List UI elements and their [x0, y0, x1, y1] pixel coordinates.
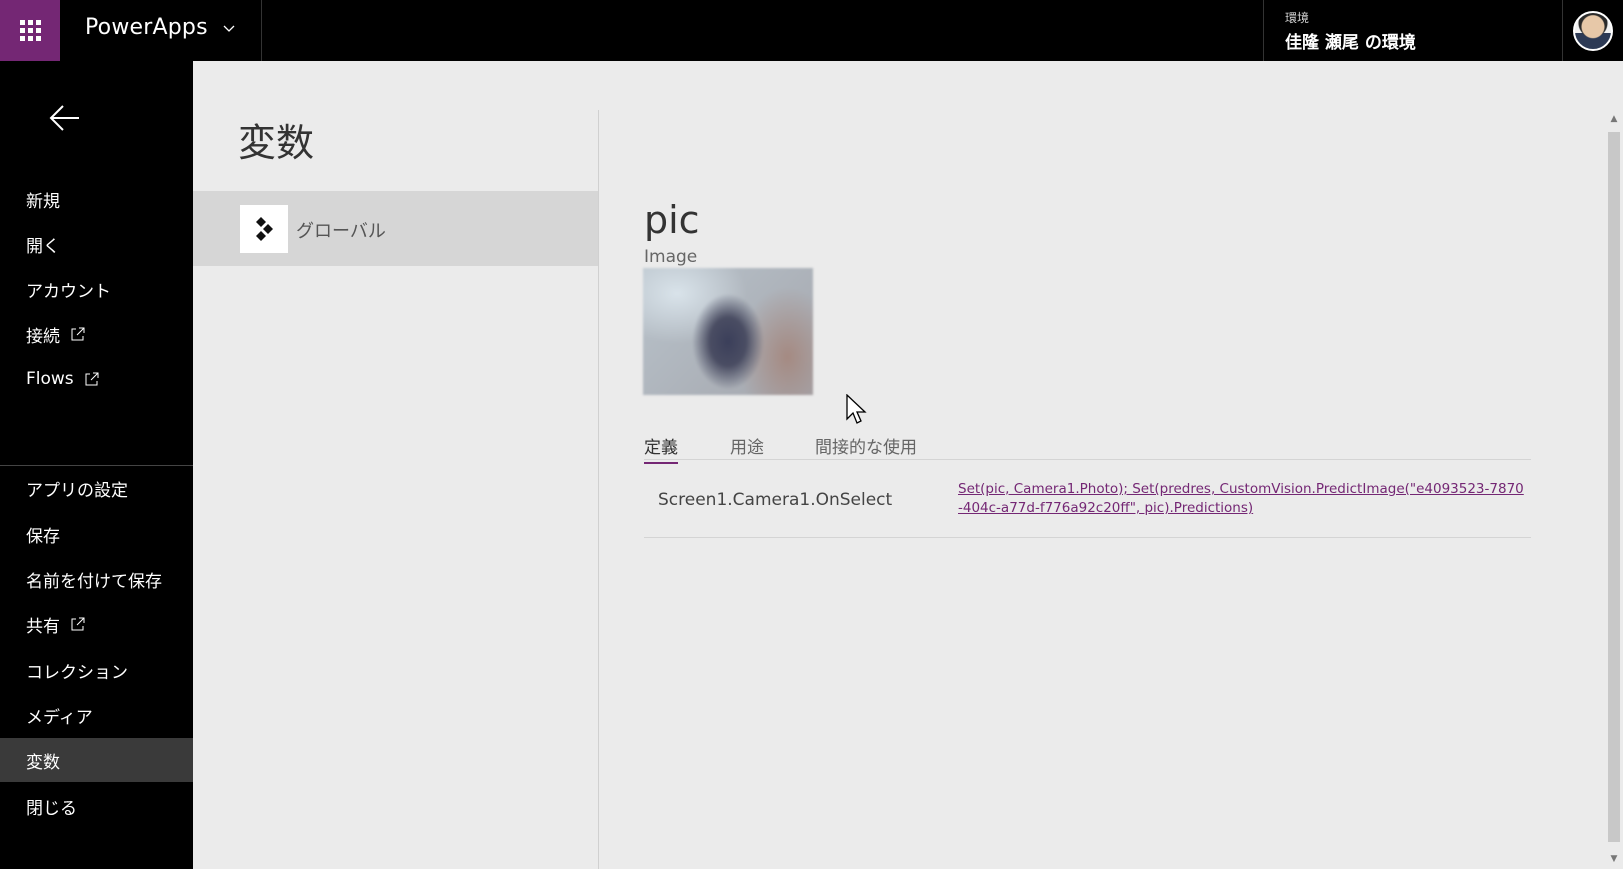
- nav-item-flows[interactable]: Flows: [0, 357, 193, 401]
- scope-item-label: グローバル: [296, 221, 386, 242]
- scroll-down-icon[interactable]: ▼: [1609, 854, 1619, 864]
- nav-item-label: アプリの設定: [26, 480, 128, 501]
- nav-item-label: 接続: [26, 326, 60, 347]
- nav-item-save-as[interactable]: 名前を付けて保存: [0, 557, 193, 601]
- external-link-icon: [71, 327, 85, 341]
- nav-item-collections[interactable]: コレクション: [0, 648, 193, 692]
- environment-label: 環境: [1285, 11, 1310, 25]
- external-link-icon: [85, 372, 99, 386]
- back-arrow-icon[interactable]: [48, 101, 82, 135]
- avatar[interactable]: [1573, 11, 1613, 51]
- nav-item-connections[interactable]: 接続: [0, 312, 193, 356]
- nav-item-account[interactable]: アカウント: [0, 267, 193, 311]
- nav-item-label: 開く: [26, 236, 60, 257]
- nav-item-label: アカウント: [26, 281, 111, 302]
- app-launcher-button[interactable]: [0, 0, 60, 61]
- external-link-icon: [71, 617, 85, 631]
- vertical-scrollbar[interactable]: ▲ ▼: [1605, 110, 1623, 869]
- nav-item-label: 変数: [26, 752, 60, 773]
- definition-location: Screen1.Camera1.OnSelect: [658, 490, 893, 510]
- top-divider: [261, 0, 262, 61]
- nav-item-share[interactable]: 共有: [0, 602, 193, 646]
- nav-item-label: メディア: [26, 707, 93, 728]
- scroll-up-icon[interactable]: ▲: [1609, 114, 1619, 124]
- nav-item-close[interactable]: 閉じる: [0, 784, 193, 828]
- variable-type: Image: [644, 247, 698, 267]
- nav-item-label: コレクション: [26, 662, 128, 683]
- chevron-down-icon[interactable]: [222, 22, 236, 36]
- top-divider: [1562, 0, 1563, 61]
- nav-item-label: 共有: [26, 616, 60, 637]
- scope-item-global[interactable]: グローバル: [193, 191, 598, 266]
- top-divider: [1263, 0, 1264, 61]
- nav-item-media[interactable]: メディア: [0, 693, 193, 737]
- panel-divider: [598, 110, 599, 869]
- nav-item-label: 名前を付けて保存: [26, 571, 162, 592]
- definition-formula-link[interactable]: Set(pic, Camera1.Photo); Set(predres, Cu…: [958, 480, 1528, 518]
- variable-image-preview: [643, 268, 813, 395]
- nav-item-variables[interactable]: 変数: [0, 738, 193, 782]
- nav-item-label: 保存: [26, 526, 60, 547]
- mouse-cursor-icon: [846, 394, 867, 424]
- app-title[interactable]: PowerApps: [85, 15, 208, 40]
- scrollbar-thumb[interactable]: [1608, 132, 1620, 842]
- variable-name: pic: [644, 198, 700, 242]
- left-nav: 新規 開く アカウント 接続 Flows アプリの設定 保存 名前を付けて保存 …: [0, 61, 193, 869]
- waffle-icon: [19, 20, 41, 41]
- tab-usage[interactable]: 用途: [730, 433, 764, 462]
- nav-item-new[interactable]: 新規: [0, 177, 193, 221]
- environment-name[interactable]: 佳隆 瀬尾 の環境: [1285, 28, 1416, 53]
- nav-item-label: 閉じる: [26, 798, 77, 819]
- nav-item-label: 新規: [26, 191, 60, 212]
- page-title: 変数: [238, 121, 315, 165]
- table-row: Screen1.Camera1.OnSelect Set(pic, Camera…: [644, 460, 1531, 538]
- row-divider: [644, 537, 1531, 538]
- nav-item-save[interactable]: 保存: [0, 512, 193, 556]
- top-bar: PowerApps 環境 佳隆 瀬尾 の環境: [0, 0, 1623, 61]
- nav-item-label: Flows: [26, 369, 74, 389]
- nav-item-open[interactable]: 開く: [0, 222, 193, 266]
- nav-item-app-settings[interactable]: アプリの設定: [0, 466, 193, 510]
- global-variable-icon: [240, 205, 288, 253]
- tab-indirect-usage[interactable]: 間接的な使用: [815, 433, 917, 462]
